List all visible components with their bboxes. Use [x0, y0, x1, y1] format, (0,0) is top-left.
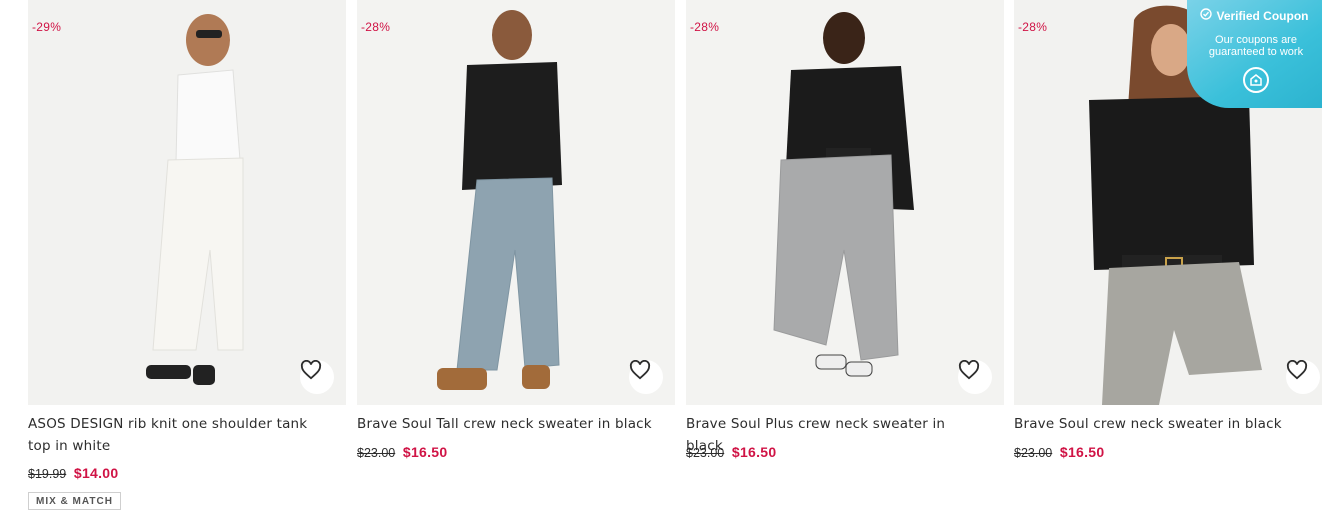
discount-label: -29%	[32, 20, 62, 34]
original-price: $23.00	[686, 446, 725, 460]
discount-label: -28%	[690, 20, 720, 34]
original-price: $19.99	[28, 467, 67, 481]
coupon-subtitle: Our coupons are guaranteed to work	[1208, 34, 1304, 58]
price-row: $23.00 $16.50	[686, 444, 776, 460]
product-title[interactable]: Brave Soul crew neck sweater in black	[1014, 413, 1314, 435]
discount-label: -28%	[361, 20, 391, 34]
product-card[interactable]: -29% ASOS DESIGN rib knit one shoulder t…	[28, 0, 346, 525]
coupon-header: Verified Coupon	[1187, 8, 1322, 23]
discount-label: -28%	[1018, 20, 1048, 34]
sale-price: $16.50	[731, 444, 777, 460]
original-price: $23.00	[357, 446, 396, 460]
product-image[interactable]: -28%	[686, 0, 1004, 405]
wishlist-button[interactable]	[958, 360, 992, 394]
product-card[interactable]: -28% Brave Soul Tall crew neck sweater i…	[357, 0, 675, 525]
model-photo	[686, 0, 1004, 405]
price-row: $23.00 $16.50	[1014, 444, 1104, 460]
product-title[interactable]: ASOS DESIGN rib knit one shoulder tank t…	[28, 413, 328, 457]
price-row: $23.00 $16.50	[357, 444, 447, 460]
price-row: $19.99 $14.00	[28, 465, 118, 481]
mix-match-badge: MIX & MATCH	[28, 492, 121, 510]
product-grid: -29% ASOS DESIGN rib knit one shoulder t…	[0, 0, 1322, 525]
wishlist-button[interactable]	[300, 360, 334, 394]
coupon-title: Verified Coupon	[1216, 8, 1309, 23]
original-price: $23.00	[1014, 446, 1053, 460]
model-photo	[28, 0, 346, 405]
coupon-logo-icon[interactable]	[1243, 67, 1269, 93]
product-image[interactable]: -28%	[357, 0, 675, 405]
model-photo	[357, 0, 675, 405]
wishlist-button[interactable]	[1286, 360, 1320, 394]
wishlist-button[interactable]	[629, 360, 663, 394]
check-circle-icon	[1200, 8, 1213, 23]
sale-price: $16.50	[1059, 444, 1105, 460]
sale-price: $14.00	[73, 465, 119, 481]
product-title[interactable]: Brave Soul Tall crew neck sweater in bla…	[357, 413, 657, 435]
verified-coupon-widget[interactable]: Verified Coupon Our coupons are guarante…	[1187, 0, 1322, 108]
product-image[interactable]: -29%	[28, 0, 346, 405]
product-card[interactable]: -28% Brave Soul Plus crew neck sweater i…	[686, 0, 1004, 525]
sale-price: $16.50	[402, 444, 448, 460]
